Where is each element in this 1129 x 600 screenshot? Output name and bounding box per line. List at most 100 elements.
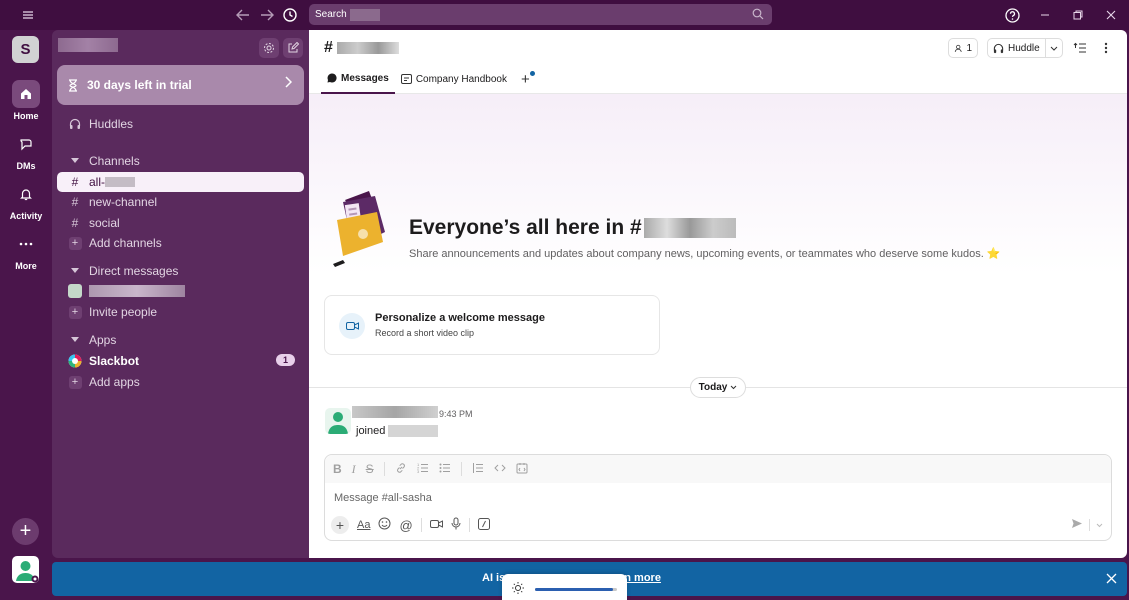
user-avatar[interactable]: [12, 556, 39, 583]
message-timestamp[interactable]: 9:43 PM: [439, 409, 473, 419]
brightness-slider[interactable]: [535, 588, 617, 591]
attach-plus-button[interactable]: +: [331, 516, 349, 534]
brightness-popup: [502, 574, 627, 600]
shortcuts-slash-icon[interactable]: [477, 517, 490, 533]
redacted-message-author[interactable]: [352, 406, 438, 418]
megaphone-folder-illustration: [333, 191, 385, 267]
headphones-icon: [993, 43, 1004, 53]
add-channels-button[interactable]: + Add channels: [57, 233, 304, 253]
history-clock-icon[interactable]: [279, 4, 301, 26]
member-count: 1: [966, 42, 972, 54]
channel-label: all-: [89, 175, 106, 189]
dms-section-header[interactable]: Direct messages: [57, 261, 304, 281]
settings-gear-icon[interactable]: [259, 38, 279, 58]
tab-company-handbook[interactable]: Company Handbook: [395, 70, 513, 94]
emoji-icon[interactable]: [378, 517, 391, 533]
microphone-icon[interactable]: [451, 517, 461, 533]
rail-home[interactable]: Home: [0, 80, 52, 121]
date-divider-button[interactable]: Today: [690, 377, 746, 398]
channels-section-header[interactable]: Channels: [57, 151, 304, 171]
send-icon[interactable]: [1071, 518, 1083, 532]
strikethrough-icon[interactable]: S: [366, 462, 374, 476]
sidebar-item-huddles[interactable]: Huddles: [57, 114, 304, 134]
huddle-label: Huddle: [1008, 42, 1040, 54]
redacted-user-name: [89, 285, 185, 297]
channel-sidebar: 30 days left in trial Huddles Channels #…: [52, 30, 309, 558]
forward-arrow-icon[interactable]: [256, 4, 278, 26]
huddle-button[interactable]: Huddle: [987, 38, 1063, 58]
add-apps-button[interactable]: + Add apps: [57, 372, 304, 392]
apps-section-header[interactable]: Apps: [57, 330, 304, 350]
text-format-icon[interactable]: Aa: [357, 519, 370, 531]
canvas-list-icon[interactable]: [1069, 37, 1091, 59]
message-bubble-icon: [327, 73, 337, 83]
search-input[interactable]: Search: [309, 4, 772, 25]
close-icon[interactable]: [1106, 571, 1117, 587]
composer-toolbar: + Aa @: [331, 516, 490, 534]
rail-activity[interactable]: Activity: [0, 180, 52, 221]
dm-avatar: [68, 284, 82, 298]
dms-header-label: Direct messages: [89, 264, 179, 278]
tab-label: Company Handbook: [415, 73, 507, 85]
rail-dms-label: DMs: [16, 161, 36, 171]
hamburger-menu-icon[interactable]: [17, 4, 39, 26]
chevron-down-icon: [731, 385, 737, 390]
channel-label: new-channel: [89, 195, 158, 209]
welcome-message-card[interactable]: Personalize a welcome message Record a s…: [324, 295, 660, 355]
bold-icon[interactable]: B: [333, 462, 342, 476]
message-input[interactable]: Message #all-sasha: [334, 492, 432, 504]
rail-more-label: More: [15, 261, 37, 271]
link-icon[interactable]: [395, 462, 407, 477]
invite-people-button[interactable]: + Invite people: [57, 302, 304, 322]
trial-label: 30 days left in trial: [87, 78, 192, 92]
create-new-button[interactable]: +: [12, 518, 39, 545]
italic-icon[interactable]: I: [352, 462, 356, 477]
kebab-menu-icon[interactable]: [1095, 37, 1117, 59]
mention-icon[interactable]: @: [399, 518, 412, 533]
code-block-icon[interactable]: [516, 462, 528, 477]
hash-icon: #: [71, 216, 79, 230]
add-tab-button[interactable]: +: [521, 71, 535, 94]
close-window-icon[interactable]: [1100, 4, 1122, 26]
huddles-label: Huddles: [89, 117, 134, 131]
sidebar-item-channel-all[interactable]: # all-: [57, 172, 304, 192]
tab-messages[interactable]: Messages: [321, 70, 395, 94]
person-icon: [954, 44, 962, 52]
video-clip-icon[interactable]: [429, 519, 443, 532]
help-icon[interactable]: [1001, 4, 1023, 26]
sidebar-item-dm-self[interactable]: [57, 281, 304, 301]
welcome-card-title: Personalize a welcome message: [375, 312, 545, 324]
bulleted-list-icon[interactable]: [439, 462, 451, 477]
channel-title[interactable]: #: [324, 39, 399, 57]
minimize-window-icon[interactable]: [1034, 4, 1056, 26]
add-channels-label: Add channels: [89, 236, 162, 250]
numbered-list-icon[interactable]: 123: [417, 462, 429, 477]
dms-icon: [12, 130, 40, 158]
back-arrow-icon[interactable]: [232, 4, 254, 26]
code-icon[interactable]: [493, 462, 506, 476]
trial-banner[interactable]: 30 days left in trial: [57, 65, 304, 105]
rail-dms[interactable]: DMs: [0, 130, 52, 171]
sidebar-item-channel-social[interactable]: # social: [57, 213, 304, 233]
welcome-card-subtitle: Record a short video clip: [375, 328, 475, 338]
schedule-chevron-icon[interactable]: [1096, 520, 1103, 531]
restore-window-icon[interactable]: [1067, 4, 1089, 26]
chevron-down-icon[interactable]: [1045, 39, 1062, 57]
sidebar-item-slackbot[interactable]: Slackbot 1: [57, 351, 304, 371]
members-button[interactable]: 1: [948, 38, 978, 58]
channel-view: # 1 Huddle Messages Company Handbook + E…: [309, 30, 1127, 558]
compose-icon[interactable]: [283, 38, 303, 58]
redacted-workspace-name[interactable]: [58, 38, 118, 52]
invite-label: Invite people: [89, 305, 158, 319]
rail-home-label: Home: [13, 111, 39, 121]
workspace-switcher[interactable]: S: [12, 36, 39, 63]
sidebar-item-channel-new-channel[interactable]: # new-channel: [57, 192, 304, 212]
channel-header: # 1 Huddle Messages Company Handbook +: [309, 30, 1127, 94]
brightness-slider-fill: [535, 588, 613, 591]
blockquote-icon[interactable]: [472, 462, 484, 477]
rail-more[interactable]: More: [0, 230, 52, 271]
home-icon: [12, 80, 40, 108]
message-author-avatar[interactable]: [325, 408, 351, 434]
slackbot-label: Slackbot: [89, 354, 140, 368]
hash-icon: #: [71, 195, 79, 209]
